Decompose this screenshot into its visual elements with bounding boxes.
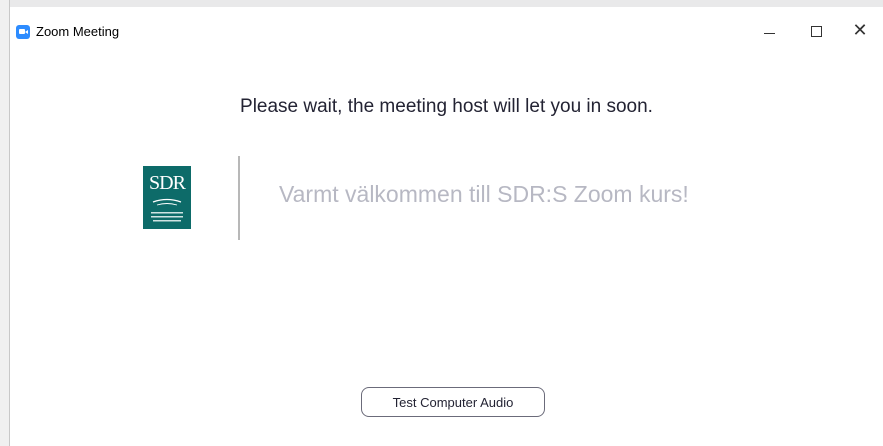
- maximize-button[interactable]: [794, 16, 838, 46]
- window-title: Zoom Meeting: [36, 24, 120, 39]
- minimize-button[interactable]: [747, 16, 791, 46]
- zoom-camera-icon: [16, 25, 30, 39]
- welcome-message: Varmt välkommen till SDR:S Zoom kurs!: [279, 181, 689, 207]
- background-window-edge: [0, 0, 10, 446]
- logo-wave-graphic: [151, 198, 183, 222]
- sdr-logo-icon: SDR: [143, 166, 191, 229]
- close-icon: ✕: [852, 20, 868, 41]
- title-bar[interactable]: Zoom Meeting ✕: [10, 16, 883, 46]
- test-computer-audio-button[interactable]: Test Computer Audio: [361, 387, 545, 417]
- maximize-icon: [810, 25, 822, 37]
- close-button[interactable]: ✕: [838, 16, 882, 46]
- background-taskbar-strip: [0, 0, 883, 7]
- minimize-icon: [763, 32, 775, 34]
- screen: Zoom Meeting ✕ Please wait, the meeting …: [0, 0, 883, 446]
- waiting-message: Please wait, the meeting host will let y…: [240, 96, 653, 117]
- zoom-meeting-window: Zoom Meeting ✕ Please wait, the meeting …: [10, 16, 883, 446]
- vertical-divider: [238, 156, 240, 240]
